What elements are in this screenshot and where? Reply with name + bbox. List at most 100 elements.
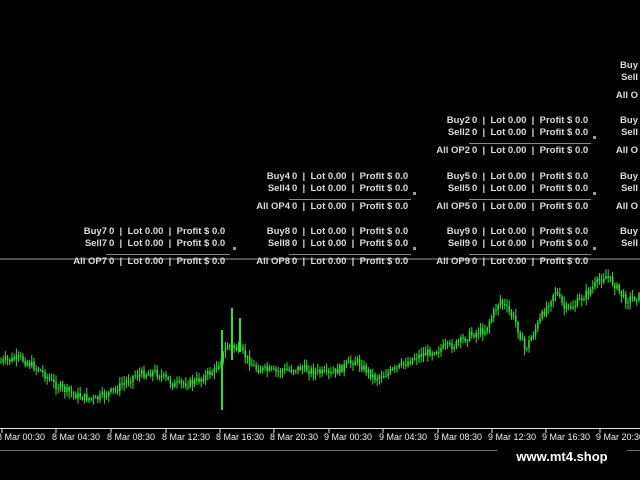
sell-stats: 0 | Lot 0.00 | Profit $ 0.0 (472, 183, 589, 194)
candle-body (284, 368, 286, 371)
anchor-marker[interactable] (413, 247, 416, 250)
candle-body (79, 392, 81, 398)
candle-body (33, 361, 35, 370)
candle-body (147, 373, 150, 375)
anchor-marker[interactable] (413, 192, 416, 195)
anchor-marker[interactable] (593, 136, 596, 139)
candle-body (460, 337, 462, 342)
candle-body (567, 305, 570, 307)
candle-body (493, 309, 495, 318)
candle-body (110, 388, 112, 392)
candle-body (534, 329, 537, 336)
buy-label: Buy (620, 115, 638, 126)
buy-label: Buy2 (446, 115, 470, 126)
candle-body (508, 306, 510, 312)
all-stats: 0 | Lot 0.00 | Profit $ 0.0 (472, 256, 589, 267)
time-axis-label: 9 Mar 12:30 (487, 432, 537, 442)
candle-body (143, 370, 145, 378)
candle-body (26, 362, 29, 366)
candle-body (336, 368, 339, 374)
candle-body (383, 375, 385, 378)
all-label: All OP4 (256, 201, 290, 212)
candle-body (328, 370, 330, 373)
candle-body (28, 362, 31, 366)
sell-label: Sell7 (84, 238, 107, 249)
candle-body (510, 311, 513, 317)
candle-body (484, 331, 486, 335)
panel-separator (289, 199, 411, 200)
candle-body (152, 371, 154, 377)
candle-body (413, 358, 416, 360)
candle-body (332, 372, 334, 374)
candle-body (77, 392, 79, 399)
candle-body (543, 311, 546, 315)
candle-body (378, 376, 381, 379)
candle-body (251, 364, 253, 366)
candle-body (68, 387, 70, 392)
candle-body (473, 335, 475, 338)
anchor-marker[interactable] (593, 192, 596, 195)
candle-body (361, 366, 363, 370)
all-label: All OP9 (436, 256, 470, 267)
buy-label: Buy4 (266, 171, 290, 182)
buy-label: Buy8 (266, 226, 290, 237)
candle-body (244, 350, 246, 358)
candle-body (589, 289, 592, 295)
candle-body (180, 380, 183, 383)
candle-body (550, 301, 552, 307)
candle-body (72, 392, 75, 395)
candle-body (288, 369, 290, 371)
candle-body (433, 353, 436, 355)
candle-body (515, 315, 517, 323)
candle-body (94, 396, 97, 398)
candle-body (438, 351, 440, 353)
candle-body (416, 358, 418, 360)
candle-body (48, 377, 51, 380)
candle-body (264, 366, 266, 368)
buy-label: Buy (620, 171, 638, 182)
candle-body (387, 372, 389, 376)
candle-body (422, 353, 425, 357)
candle-body (215, 367, 218, 369)
candle-body (9, 359, 11, 362)
candle-body (603, 278, 605, 282)
candle-body (402, 362, 405, 365)
candle-body (418, 354, 420, 359)
candle-body (605, 276, 607, 279)
candle-body (488, 321, 491, 328)
candle-body (323, 369, 326, 371)
candle-body (431, 353, 433, 356)
candle-body (169, 379, 172, 384)
anchor-marker[interactable] (233, 247, 236, 250)
sell-label: Sell9 (447, 238, 470, 249)
all-label: All OP2 (436, 145, 470, 156)
candle-body (253, 364, 255, 366)
sell-stats: 0 | Lot 0.00 | Profit $ 0.0 (472, 127, 589, 138)
time-axis-label: 9 Mar 16:30 (541, 432, 591, 442)
all-stats: 0 | Lot 0.00 | Profit $ 0.0 (292, 256, 409, 267)
candle-body (409, 361, 411, 364)
all-label: All OP7 (73, 256, 107, 267)
candle-body (530, 337, 532, 341)
candle-body (345, 362, 348, 365)
time-axis-label: 9 Mar 00:30 (323, 432, 373, 442)
candle-body (598, 278, 601, 281)
panel-separator (469, 254, 591, 255)
candle-body (196, 378, 198, 381)
candle-body (101, 392, 103, 395)
candle-body (61, 383, 64, 387)
time-axis-label: 9 Mar 08:30 (433, 432, 483, 442)
candle-body (171, 383, 174, 387)
candle-body (552, 294, 554, 302)
anchor-marker[interactable] (593, 247, 596, 250)
candle-body (400, 362, 403, 365)
candle-body (209, 371, 211, 375)
candle-body (391, 368, 394, 370)
candle-body (112, 388, 114, 390)
candle-body (627, 302, 629, 304)
candle-body (561, 296, 563, 303)
candle-body (594, 282, 596, 287)
candle-body (202, 378, 205, 381)
candle-body (301, 368, 304, 370)
candle-body (380, 376, 383, 378)
